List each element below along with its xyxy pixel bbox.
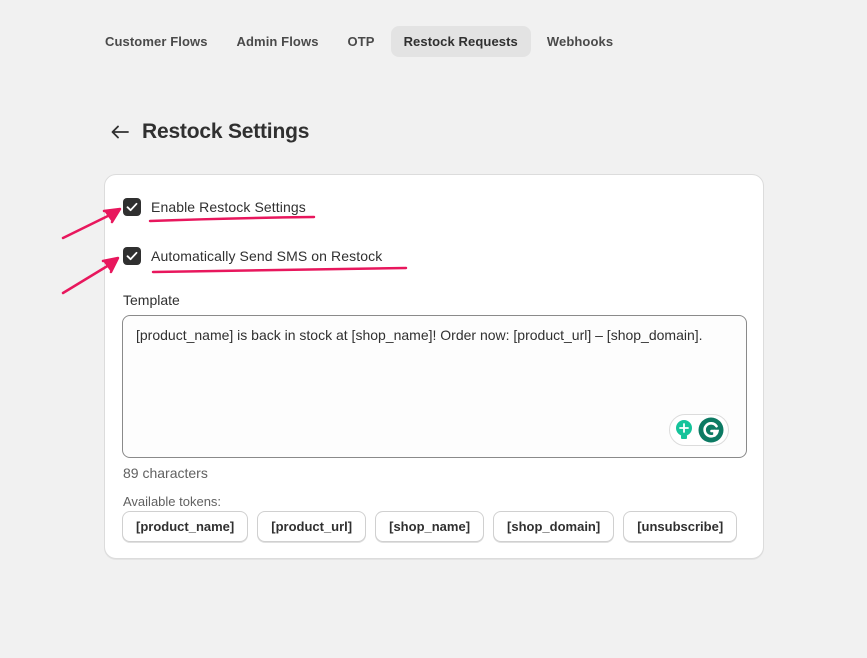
- checkmark-icon: [126, 251, 138, 261]
- auto-send-sms-checkbox[interactable]: [123, 247, 141, 265]
- auto-send-sms-label: Automatically Send SMS on Restock: [151, 248, 383, 264]
- checkmark-icon: [126, 202, 138, 212]
- auto-send-sms-checkbox-row[interactable]: Automatically Send SMS on Restock: [123, 247, 382, 265]
- page-title: Restock Settings: [142, 120, 310, 143]
- grammarly-icon: [698, 417, 724, 443]
- tab-bar: Customer Flows Admin Flows OTP Restock R…: [92, 26, 626, 57]
- tab-webhooks[interactable]: Webhooks: [534, 26, 626, 57]
- token-product-url-button[interactable]: [product_url]: [257, 511, 367, 542]
- template-textarea[interactable]: [product_name] is back in stock at [shop…: [122, 315, 747, 458]
- enable-restock-checkbox[interactable]: [123, 198, 141, 216]
- grammarly-widget[interactable]: [669, 414, 729, 446]
- token-button-group: [product_name] [product_url] [shop_name]…: [122, 511, 738, 542]
- token-product-name-button[interactable]: [product_name]: [122, 511, 249, 542]
- token-unsubscribe-button[interactable]: [unsubscribe]: [623, 511, 738, 542]
- page-header: Restock Settings: [110, 118, 309, 146]
- token-shop-name-button[interactable]: [shop_name]: [375, 511, 485, 542]
- template-label: Template: [123, 292, 180, 308]
- lightbulb-icon: [676, 420, 692, 439]
- tab-admin-flows[interactable]: Admin Flows: [224, 26, 332, 57]
- tab-customer-flows[interactable]: Customer Flows: [92, 26, 221, 57]
- token-shop-domain-button[interactable]: [shop_domain]: [493, 511, 615, 542]
- character-count: 89 characters: [123, 465, 208, 481]
- back-button[interactable]: [110, 118, 130, 146]
- enable-restock-checkbox-row[interactable]: Enable Restock Settings: [123, 198, 306, 216]
- available-tokens-label: Available tokens:: [123, 494, 222, 509]
- app-page: Customer Flows Admin Flows OTP Restock R…: [0, 0, 867, 658]
- tab-restock-requests[interactable]: Restock Requests: [390, 26, 531, 57]
- restock-settings-card: Enable Restock Settings Automatically Se…: [104, 174, 764, 559]
- arrow-left-icon: [111, 125, 129, 139]
- enable-restock-label: Enable Restock Settings: [151, 199, 306, 215]
- tab-otp[interactable]: OTP: [335, 26, 388, 57]
